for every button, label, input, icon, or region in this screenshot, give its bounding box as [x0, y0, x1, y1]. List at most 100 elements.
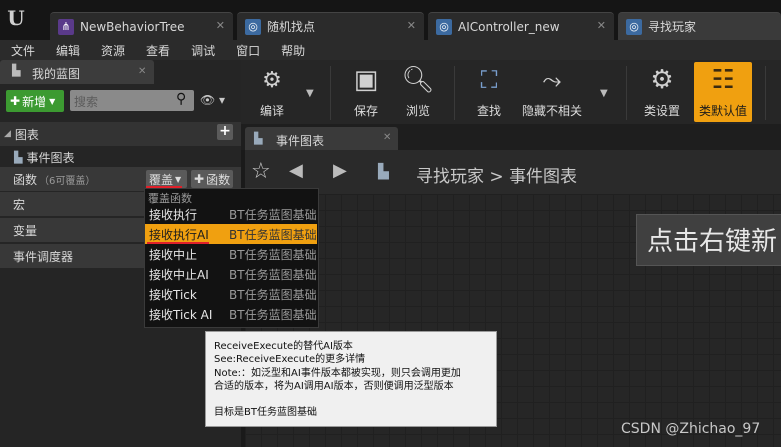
unreal-logo-icon[interactable]: U — [4, 6, 28, 30]
tab-random-point[interactable]: ◎ 随机找点 ✕ — [237, 12, 424, 40]
menu-item-name: 接收执行AI — [149, 227, 209, 242]
close-icon[interactable]: ✕ — [407, 19, 416, 32]
blueprint-tab-icon: ▙ — [12, 64, 21, 77]
chevron-down-icon: ▼ — [49, 96, 56, 106]
blueprint-icon: ◎ — [436, 18, 452, 35]
menu-view[interactable]: 查看 — [135, 42, 180, 59]
floppy-disk-icon: ▣ — [353, 65, 379, 95]
override-label: 覆盖 — [149, 172, 174, 187]
menu-item-name: 接收执行 — [149, 207, 198, 222]
menu-edit[interactable]: 编辑 — [45, 42, 90, 59]
hide-unrelated-chevron-icon[interactable]: ▼ — [600, 88, 608, 99]
compile-button[interactable]: ⚙ 编译 — [252, 62, 292, 122]
graph-icon: ▙ — [14, 150, 23, 164]
favorite-star-icon[interactable]: ☆ — [251, 159, 271, 184]
menu-asset[interactable]: 资源 — [90, 42, 135, 59]
find-button[interactable]: ⛶ 查找 — [469, 62, 509, 122]
chevron-down-icon: ▼ — [175, 174, 182, 184]
menu-item-name: 接收Tick AI — [149, 307, 213, 322]
close-icon[interactable]: ✕ — [383, 132, 391, 143]
graphs-label: 图表 — [14, 127, 39, 142]
node-graph-icon: ⤳ — [542, 66, 562, 94]
class-gear-icon: ⚙ — [650, 65, 674, 95]
event-graph-label: 事件图表 — [26, 150, 75, 165]
menu-item-owner: BT任务蓝图基础 — [229, 267, 317, 282]
add-new-button[interactable]: ✚ 新增 ▼ — [6, 90, 64, 112]
watermark: CSDN @Zhichao_97 — [621, 421, 761, 437]
save-button[interactable]: ▣ 保存 — [346, 62, 386, 122]
class-settings-button[interactable]: ⚙ 类设置 — [642, 62, 682, 122]
behavior-tree-icon: ⋔ — [58, 18, 74, 35]
breadcrumb-leaf[interactable]: 事件图表 — [509, 167, 577, 187]
add-function-label: 函数 — [206, 172, 231, 187]
search-icon[interactable]: ⚲ — [176, 91, 186, 107]
variables-label: 变量 — [13, 223, 38, 238]
graph-icon: ▙ — [254, 132, 263, 145]
menu-item-owner: BT任务蓝图基础 — [229, 227, 317, 242]
menu-item-owner: BT任务蓝图基础 — [229, 207, 317, 222]
magnifier-icon: 🔍︎ — [401, 65, 435, 95]
context-hint-text: 点击右键新 — [647, 227, 778, 257]
event-graph-item[interactable]: ▙ 事件图表 — [0, 145, 241, 169]
plus-icon: ✚ — [10, 94, 21, 108]
class-settings-label: 类设置 — [643, 104, 680, 118]
blueprint-icon: ◎ — [626, 18, 642, 35]
toolbar-separator — [626, 66, 627, 120]
breadcrumb: 寻找玩家 > 事件图表 — [416, 162, 577, 187]
menu-item-receive-tick[interactable]: 接收Tick BT任务蓝图基础 — [145, 284, 317, 304]
tab-label: 寻找玩家 — [648, 20, 697, 34]
menu-bar: 文件 编辑 资源 查看 调试 窗口 帮助 — [0, 40, 781, 60]
add-graph-button[interactable]: + — [217, 124, 233, 140]
tooltip-line: See:ReceiveExecute的更多详情 — [214, 354, 366, 366]
browse-button[interactable]: 🔍︎ 浏览 — [398, 62, 438, 122]
tooltip-line: ReceiveExecute的替代AI版本 — [214, 341, 353, 352]
menu-window[interactable]: 窗口 — [225, 42, 270, 59]
graph-tab-label: 事件图表 — [276, 134, 325, 148]
menu-item-receive-abort[interactable]: 接收中止 BT任务蓝图基础 — [145, 244, 317, 264]
tab-find-player[interactable]: ◎ 寻找玩家 — [618, 12, 781, 40]
functions-label: 函数 — [13, 172, 38, 187]
eye-icon[interactable]: 👁︎ ▾ — [200, 93, 225, 107]
plus-icon: ✚ — [194, 172, 205, 186]
menu-item-name: 接收中止AI — [149, 267, 209, 282]
close-icon[interactable]: ✕ — [216, 19, 225, 32]
class-defaults-button[interactable]: ☷ 类默认值 — [696, 62, 750, 122]
tooltip-line: Note:：如泛型和AI事件版本都被实现，则只会调用更加 — [214, 367, 461, 379]
menu-file[interactable]: 文件 — [0, 42, 45, 59]
add-new-label: 新增 — [22, 94, 47, 109]
tooltip-line: 目标是BT任务蓝图基础 — [214, 407, 317, 419]
add-function-button[interactable]: ✚ 函数 — [191, 170, 233, 188]
tab-label: NewBehaviorTree — [80, 19, 185, 34]
close-icon[interactable]: ✕ — [597, 19, 606, 32]
menu-item-receive-tick-ai[interactable]: 接收Tick AI BT任务蓝图基础 — [145, 304, 317, 324]
menu-help[interactable]: 帮助 — [270, 42, 315, 59]
menu-item-name: 接收中止 — [149, 247, 198, 262]
compile-options-chevron-icon[interactable]: ▼ — [306, 88, 314, 99]
tooltip-spacer — [214, 393, 488, 406]
menu-item-receive-abort-ai[interactable]: 接收中止AI BT任务蓝图基础 — [145, 264, 317, 284]
tab-aicontroller-new[interactable]: ◎ AIController_new ✕ — [428, 12, 614, 40]
function-tooltip: ReceiveExecute的替代AI版本 See:ReceiveExecute… — [205, 331, 497, 427]
breadcrumb-root[interactable]: 寻找玩家 — [416, 167, 484, 187]
my-blueprint-title: 我的蓝图 — [32, 67, 81, 81]
tab-newbehaviortree[interactable]: ⋔ NewBehaviorTree ✕ — [50, 12, 233, 40]
toolbar-separator — [330, 66, 331, 120]
tab-label: 随机找点 — [267, 20, 316, 34]
menu-debug[interactable]: 调试 — [180, 42, 225, 59]
back-arrow-icon[interactable]: ◀ — [289, 160, 303, 181]
menu-item-owner: BT任务蓝图基础 — [229, 307, 317, 322]
class-defaults-icon: ☷ — [711, 65, 735, 95]
search-placeholder: 搜索 — [74, 95, 99, 109]
tab-label: AIController_new — [458, 19, 560, 34]
macros-label: 宏 — [13, 197, 26, 212]
functions-note: （6可覆盖） — [39, 175, 96, 187]
hide-unrelated-label: 隐藏不相关 — [522, 104, 583, 118]
hide-unrelated-button[interactable]: ⤳ 隐藏不相关 — [522, 62, 582, 122]
graph-icon: ▙ — [378, 164, 389, 180]
section-graphs[interactable]: ◢ 图表 — [0, 122, 241, 146]
forward-arrow-icon[interactable]: ▶ — [333, 160, 347, 181]
menu-item-receive-execute-ai[interactable]: 接收执行AI BT任务蓝图基础 — [145, 224, 317, 244]
menu-item-receive-execute[interactable]: 接收执行 BT任务蓝图基础 — [145, 204, 317, 224]
collapse-arrow-icon: ◢ — [4, 129, 11, 139]
close-icon[interactable]: ✕ — [138, 66, 146, 77]
